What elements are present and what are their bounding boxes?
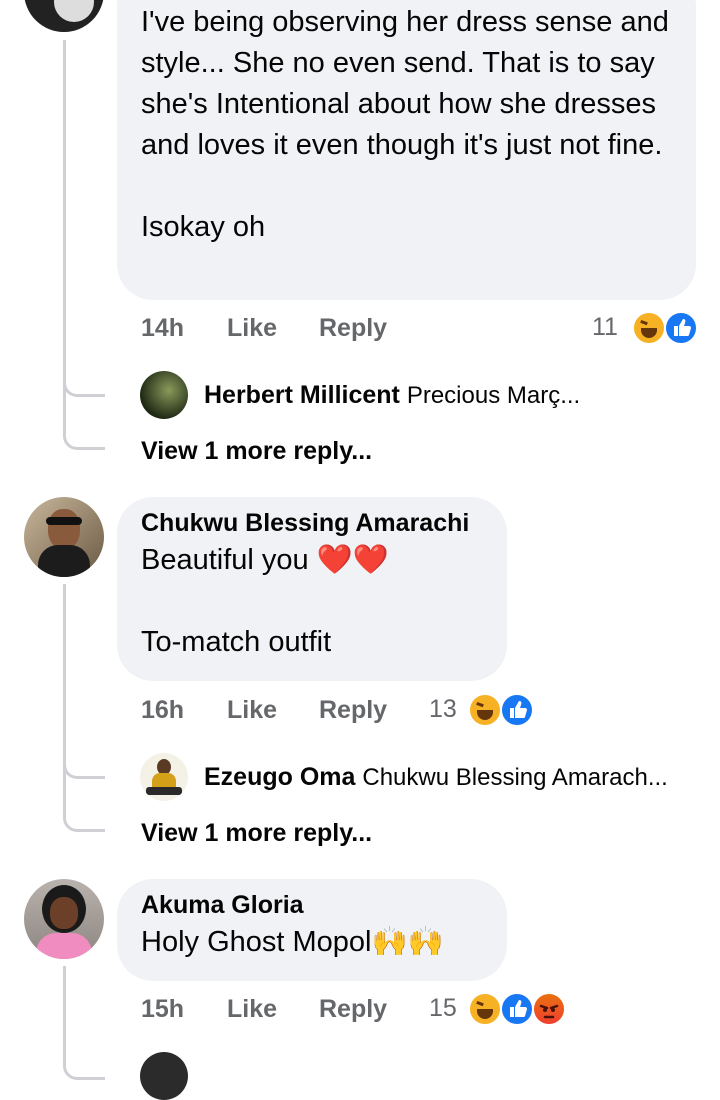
like-reaction-icon	[664, 311, 698, 345]
comment-bubble[interactable]: Akuma Gloria Holy Ghost Mopol🙌🙌	[117, 879, 507, 981]
haha-reaction-icon	[468, 992, 502, 1026]
reply-text: Precious Març...	[406, 382, 581, 409]
reply-preview[interactable]: Herbert Millicent Precious Març...	[204, 381, 580, 410]
thread-branch	[63, 1040, 105, 1080]
commenter-avatar[interactable]	[24, 497, 104, 577]
thread-branch	[63, 360, 105, 397]
like-button[interactable]: Like	[227, 696, 277, 725]
reply-avatar[interactable]	[140, 371, 188, 419]
like-reaction-icon	[500, 992, 534, 1026]
reply-text: Chukwu Blessing Amarach...	[362, 764, 668, 791]
haha-reaction-icon	[632, 311, 666, 345]
comment-author[interactable]: Akuma Gloria	[141, 891, 483, 920]
reply-button[interactable]: Reply	[319, 995, 387, 1024]
reply-avatar[interactable]	[140, 1052, 188, 1100]
view-more-replies[interactable]: View 1 more reply...	[141, 819, 372, 848]
view-more-replies[interactable]: View 1 more reply...	[141, 437, 372, 466]
thread-branch	[63, 792, 105, 832]
thread-branch	[63, 742, 105, 779]
commenter-avatar[interactable]	[24, 0, 104, 32]
reply-author: Herbert Millicent	[204, 381, 400, 409]
like-button[interactable]: Like	[227, 314, 277, 343]
like-reaction-icon	[500, 693, 534, 727]
reply-button[interactable]: Reply	[319, 314, 387, 343]
comment-time[interactable]: 16h	[141, 696, 184, 725]
reaction-count[interactable]: 15	[429, 994, 457, 1023]
comment-time[interactable]: 15h	[141, 995, 184, 1024]
haha-reaction-icon	[468, 693, 502, 727]
reply-author: Ezeugo Oma	[204, 763, 356, 791]
reaction-count[interactable]: 13	[429, 695, 457, 724]
comment-time[interactable]: 14h	[141, 314, 184, 343]
reply-preview[interactable]: Ezeugo Oma Chukwu Blessing Amarach...	[204, 763, 668, 792]
like-button[interactable]: Like	[227, 995, 277, 1024]
reaction-count[interactable]: 11	[592, 313, 618, 342]
reply-button[interactable]: Reply	[319, 696, 387, 725]
comment-text: Beautiful you ❤️❤️ To-match outfit	[141, 544, 389, 658]
thread-branch	[63, 410, 105, 450]
comment-author[interactable]: Chukwu Blessing Amarachi	[141, 509, 483, 538]
comment-text: I've being observing her dress sense and…	[141, 6, 669, 243]
angry-reaction-icon	[532, 992, 566, 1026]
comment-bubble[interactable]: I've being observing her dress sense and…	[117, 0, 696, 300]
comment-bubble[interactable]: Chukwu Blessing Amarachi Beautiful you ❤…	[117, 497, 507, 681]
reply-avatar[interactable]	[140, 753, 188, 801]
thread-line	[63, 40, 66, 412]
commenter-avatar[interactable]	[24, 879, 104, 959]
comment-text: Holy Ghost Mopol🙌🙌	[141, 926, 444, 958]
